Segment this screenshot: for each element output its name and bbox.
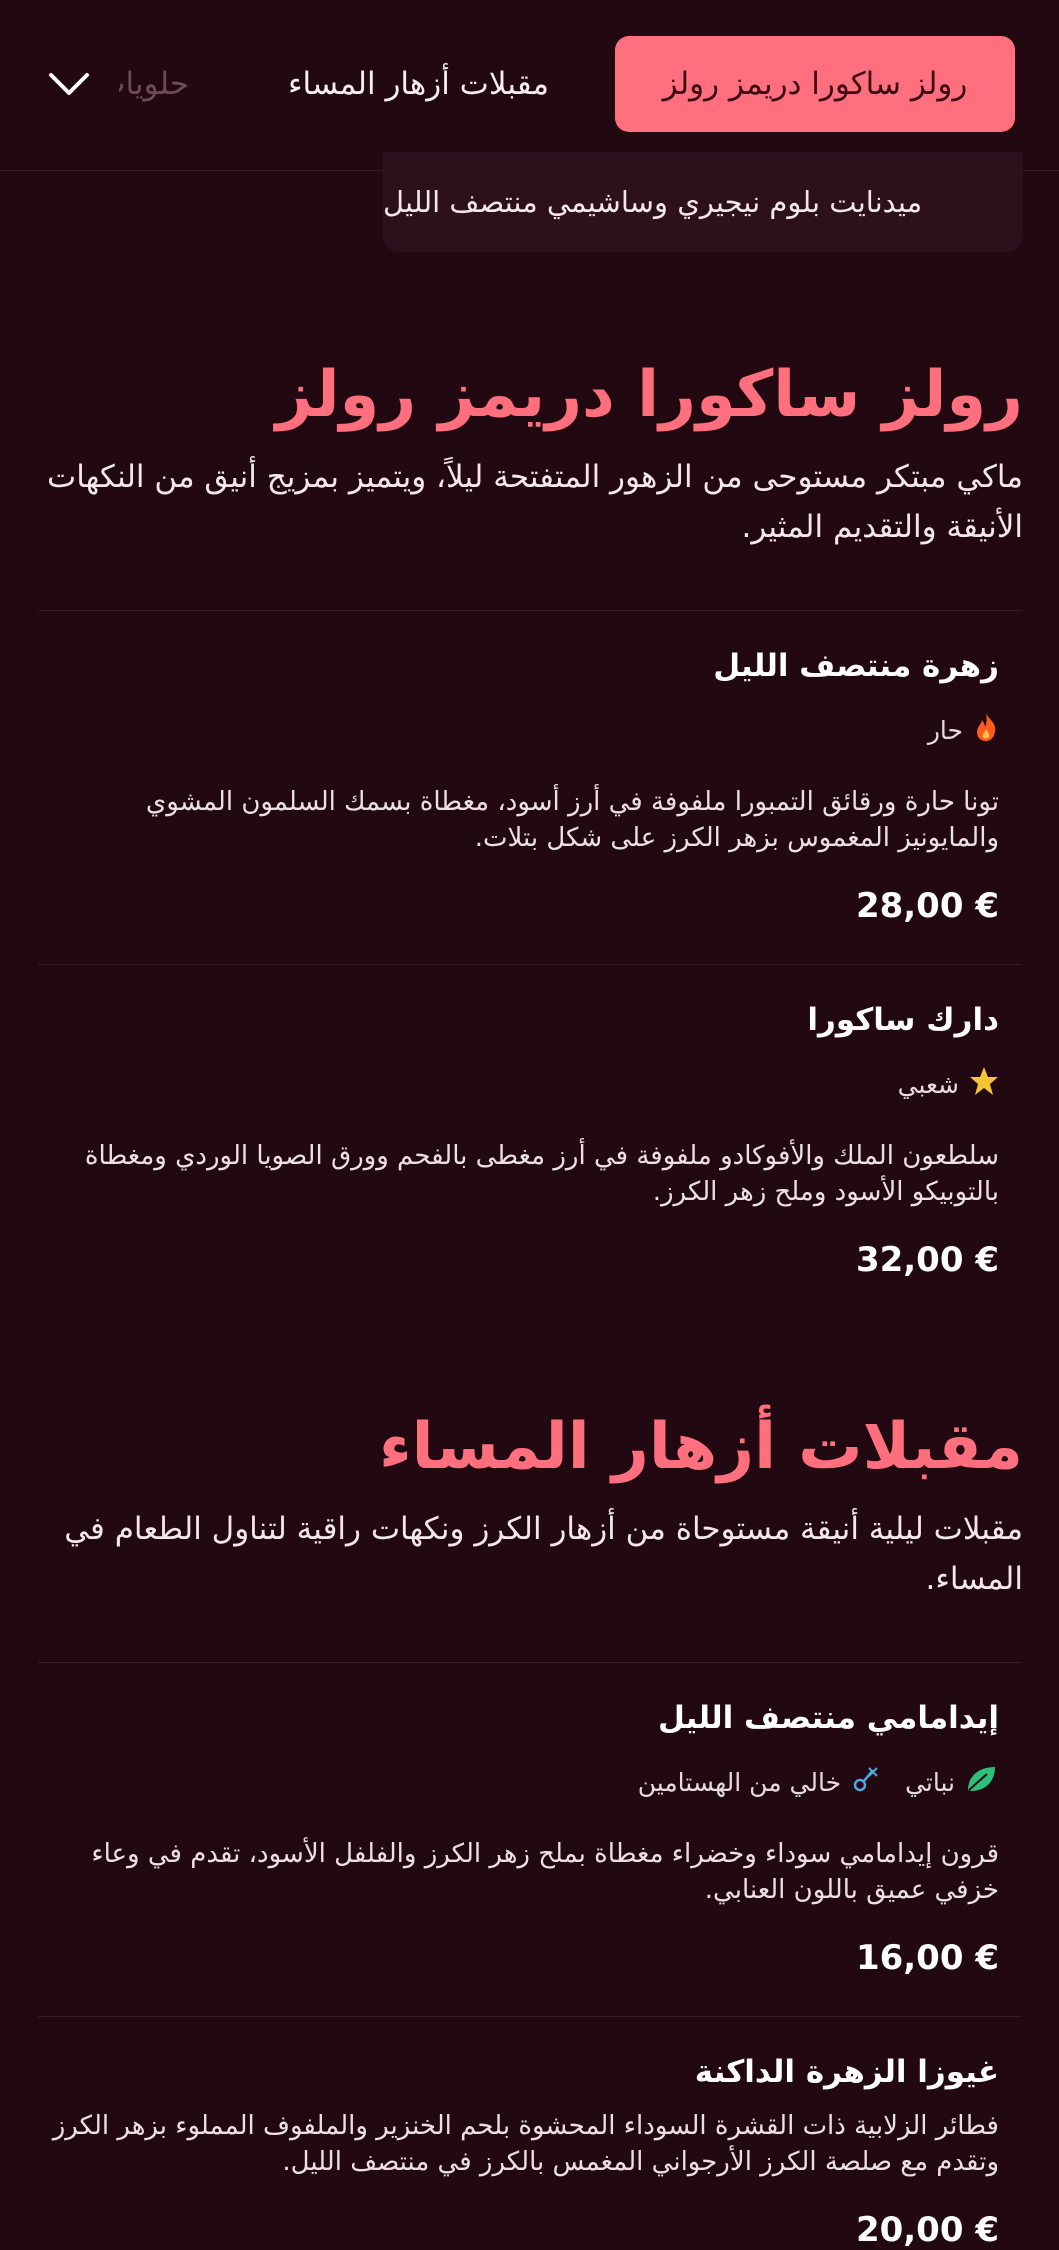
chevron-down-icon[interactable]	[44, 60, 94, 110]
item-tags: حار	[39, 712, 999, 748]
category-nav-bar: رولز ساكورا دريمز رولز مقبلات أزهار المس…	[0, 0, 1059, 171]
section-description: ماكي مبتكر مستوحى من الزهور المتفتحة ليل…	[47, 459, 1023, 545]
tag-spicy: حار	[928, 712, 999, 748]
tab-evening-blossom-starters[interactable]: مقبلات أزهار المساء	[288, 36, 549, 132]
tag-popular: شعبي	[898, 1066, 999, 1102]
section-description: مقبلات ليلية أنيقة مستوحاة من أزهار الكر…	[64, 1511, 1023, 1597]
section-title: مقبلات أزهار المساء	[378, 1410, 1023, 1484]
fire-icon	[973, 712, 999, 748]
subcategory-pill[interactable]: ميدنايت بلوم نيجيري وساشيمي منتصف الليل	[383, 152, 1023, 252]
item-description: سلطعون الملك والأفوكادو ملفوفة في أرز مغ…	[84, 1141, 999, 1207]
item-name: دارك ساكورا	[807, 1002, 999, 1038]
item-description: تونا حارة ورقائق التمبورا ملفوفة في أرز …	[145, 787, 999, 853]
item-price: 20,00 €	[855, 2210, 999, 2250]
item-tags: شعبي	[39, 1066, 999, 1102]
tag-label: حار	[927, 715, 963, 745]
menu-item[interactable]: زهرة منتصف الليل حار تونا حارة ورقائق ال…	[39, 648, 999, 926]
tab-sakura-dreams-rolls[interactable]: رولز ساكورا دريمز رولز	[615, 36, 1015, 132]
item-price: 32,00 €	[855, 1240, 999, 1280]
tag-label: نباتي	[905, 1767, 955, 1797]
divider	[38, 964, 1022, 965]
tab-desserts[interactable]: حلويات	[119, 36, 189, 132]
histamine-free-icon	[851, 1764, 879, 1800]
menu-item[interactable]: إيدامامي منتصف الليل نباتي خالي من الهست…	[39, 1700, 999, 1978]
menu-item[interactable]: غيوزا الزهرة الداكنة فطائر الزلابية ذات …	[39, 2054, 999, 2250]
subcategory-pill-label: ميدنايت بلوم نيجيري وساشيمي منتصف الليل	[383, 185, 923, 219]
item-name: إيدامامي منتصف الليل	[658, 1700, 999, 1736]
tab-label: رولز ساكورا دريمز رولز	[662, 66, 968, 102]
item-tags: نباتي خالي من الهستامين	[39, 1764, 999, 1800]
star-icon	[969, 1066, 999, 1102]
tag-label: خالي من الهستامين	[637, 1767, 842, 1797]
item-name: زهرة منتصف الليل	[713, 648, 999, 684]
divider	[38, 610, 1022, 611]
section-title: رولز ساكورا دريمز رولز	[275, 358, 1023, 432]
tag-histamine-free: خالي من الهستامين	[638, 1764, 879, 1800]
menu-item[interactable]: دارك ساكورا شعبي سلطعون الملك والأفوكادو…	[39, 1002, 999, 1280]
tab-label: حلويات	[119, 66, 189, 102]
item-description: فطائر الزلابية ذات القشرة السوداء المحشو…	[52, 2111, 999, 2177]
item-description: قرون إيدامامي سوداء وخضراء مغطاة بملح زه…	[91, 1839, 999, 1905]
vegan-leaf-icon	[965, 1764, 999, 1800]
tag-vegan: نباتي	[905, 1764, 999, 1800]
divider	[38, 1662, 1022, 1663]
tag-label: شعبي	[897, 1069, 959, 1099]
divider	[38, 2016, 1022, 2017]
item-price: 28,00 €	[855, 886, 999, 926]
item-name: غيوزا الزهرة الداكنة	[694, 2054, 999, 2090]
item-price: 16,00 €	[855, 1938, 999, 1978]
tab-label: مقبلات أزهار المساء	[287, 66, 549, 102]
